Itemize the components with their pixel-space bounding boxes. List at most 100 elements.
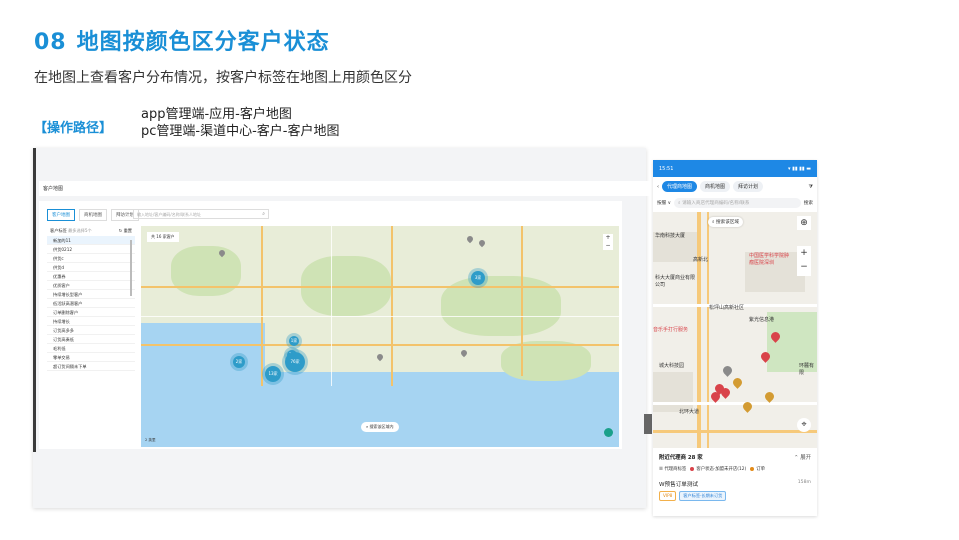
pc-tag-item[interactable]: 毛利低	[47, 344, 135, 353]
pc-tag-item[interactable]: 订单删除客户	[47, 308, 135, 317]
filter-icon[interactable]: ⧩	[809, 184, 813, 190]
pc-tag-item[interactable]: 零单交易	[47, 353, 135, 362]
phone-tabs: ‹ 代理商地图 商机地图 拜访计划 ⧩	[653, 177, 817, 196]
map-cluster[interactable]: 13家	[265, 366, 281, 382]
zoom-in-icon[interactable]: +	[603, 234, 613, 242]
zoom-out-icon[interactable]: −	[603, 242, 613, 250]
search-icon[interactable]: ⌕	[262, 211, 265, 217]
map-road	[707, 212, 709, 448]
pc-tag-list-sub: 最多选择5个	[68, 228, 92, 233]
pc-zoom-control[interactable]: + −	[603, 234, 613, 250]
map-block	[653, 372, 693, 412]
map-label: 华南科技大厦	[655, 233, 686, 239]
map-road	[653, 430, 817, 433]
pc-tag-list-header: 客户标签 最多选择5个 ↻ 重置	[47, 226, 135, 236]
phone-item-tag: VIP8	[659, 491, 677, 501]
pc-reset-button[interactable]: ↻ 重置	[119, 228, 132, 234]
map-cluster[interactable]: 76家	[285, 352, 305, 372]
pc-tag-items: 新加的11 供货0212 供货c 供货d 优惠券 优质客户 持续增长型客户 低活跃高潜客户 订单…	[47, 236, 135, 371]
pc-map[interactable]: 共 16 家客户 + − 3家 1家 2家 7家 76家 13家 ⌕ 搜索该区域…	[141, 226, 619, 447]
map-pin[interactable]	[465, 234, 475, 244]
map-road	[261, 226, 263, 386]
legend-item[interactable]: 订单	[750, 466, 765, 472]
phone-search-button[interactable]: 搜索	[804, 200, 813, 206]
list-item[interactable]: W预售订单测试 158m VIP8 客户标签·长期未订货	[653, 475, 817, 506]
pc-side-tab[interactable]	[644, 414, 652, 434]
map-label: 科大大厦商业有限公司	[655, 275, 696, 288]
phone-legend: ☰ 代理商标签 客户状态·加盟未开店(12) 订单	[653, 463, 817, 475]
pc-header: 客户地图	[39, 181, 664, 196]
pc-panel: 客户地图 商机地图 拜访计划 输入地址/客户编码/名称/联系人地址 ⌕ 客户标签…	[39, 201, 622, 449]
map-road	[141, 316, 619, 317]
phone-tab-agent-map[interactable]: 代理商地图	[662, 181, 698, 192]
pc-tag-item[interactable]: 订货高多多	[47, 326, 135, 335]
map-label: 城大科技园	[659, 363, 685, 369]
map-road	[331, 226, 332, 386]
phone-nearby-header: 附近代理商 28 家 ⌃ 展开	[653, 448, 817, 463]
legend-dot	[750, 466, 755, 471]
legend-item[interactable]: ☰ 代理商标签	[659, 466, 686, 472]
map-cluster[interactable]: 2家	[233, 356, 245, 368]
map-cluster[interactable]: 3家	[471, 271, 485, 285]
phone-item-name: W预售订单测试	[659, 482, 699, 488]
map-cluster[interactable]: 1家	[289, 336, 299, 346]
zoom-out-icon[interactable]: −	[797, 260, 811, 274]
route-line-app: app管理端-应用-客户地图	[141, 107, 292, 122]
pc-tag-item[interactable]: 持续增长	[47, 317, 135, 326]
slide-title-text: 地图按颜色区分客户状态	[76, 30, 330, 55]
phone-search-type[interactable]: 按服 ∨	[657, 200, 671, 206]
pc-tag-item[interactable]: 供货d	[47, 263, 135, 272]
map-road	[521, 226, 523, 376]
pc-tag-item[interactable]: 订货高奏低	[47, 335, 135, 344]
pc-search-region-button[interactable]: ⌕ 搜索该区域内	[361, 422, 399, 432]
map-pin[interactable]	[477, 238, 487, 248]
map-pin-gray[interactable]	[721, 364, 734, 377]
legend-item[interactable]: 客户状态·加盟未开店(12)	[690, 466, 746, 472]
back-icon[interactable]: ‹	[657, 184, 659, 190]
map-label: 中国医学科学院肿瘤医院深圳	[749, 253, 790, 266]
locate-icon[interactable]	[604, 428, 613, 437]
pc-tag-item[interactable]: 超订货间隔未下单	[47, 362, 135, 371]
pc-tab-opportunity-map[interactable]: 商机地图	[79, 209, 107, 221]
map-road	[141, 344, 619, 346]
map-label: 音乐手打行服务	[653, 327, 689, 333]
phone-tab-visit-plan[interactable]: 拜访计划	[733, 181, 764, 192]
pc-tag-item[interactable]: 新加的11	[47, 236, 135, 245]
pc-tag-item[interactable]: 优惠券	[47, 272, 135, 281]
map-label: 松坪山高新社区	[709, 305, 745, 311]
pc-search-input[interactable]: 输入地址/客户编码/名称/联系人地址 ⌕	[133, 209, 269, 219]
phone-tab-opportunity-map[interactable]: 商机地图	[700, 181, 731, 192]
pc-tag-item[interactable]: 优质客户	[47, 281, 135, 290]
pc-tag-item[interactable]: 供货0212	[47, 245, 135, 254]
pc-tabs: 客户地图 商机地图 拜访计划	[47, 209, 139, 221]
locate-icon[interactable]: ⌖	[797, 418, 811, 432]
phone-item-tag: 客户标签·长期未订货	[679, 491, 727, 501]
phone-map[interactable]: ⌕ 搜索该区域 ⊕ + − 华南科技大厦 高新北 中国医学科学院肿瘤医院深圳 科…	[653, 212, 817, 448]
pc-map-scale: 2 英里	[145, 438, 156, 442]
pc-list-scrollbar[interactable]	[130, 240, 132, 296]
map-park	[441, 276, 561, 336]
pc-left-edge	[33, 148, 36, 452]
phone-search-input[interactable]: ⌕ 请输入商店代理商编码/名称/联系	[674, 198, 801, 208]
pc-tag-item[interactable]: 供货c	[47, 254, 135, 263]
map-label: 紫光信息港	[749, 317, 775, 323]
phone-search-bar: 按服 ∨ ⌕ 请输入商店代理商编码/名称/联系 搜索	[653, 196, 817, 212]
pc-tag-item[interactable]: 持续增长型客户	[47, 290, 135, 299]
map-pin[interactable]	[375, 352, 385, 362]
map-pin-orange[interactable]	[731, 376, 744, 389]
pc-customer-count[interactable]: 共 16 家客户	[147, 232, 179, 242]
map-label: 环麓有限	[799, 363, 815, 376]
pc-tab-customer-map[interactable]: 客户地图	[47, 209, 75, 221]
phone-status-bar: 15:51 ▾ ▮▮ ▮▮ ▬	[653, 160, 817, 177]
phone-search-region-pill[interactable]: ⌕ 搜索该区域	[708, 217, 744, 227]
pc-tag-list: 客户标签 最多选择5个 ↻ 重置 新加的11 供货0212 供货c 供货d 优惠券 优质客…	[47, 226, 135, 444]
zoom-in-icon[interactable]: +	[797, 246, 811, 260]
route-lines: app管理端-应用-客户地图 pc管理端-渠道中心-客户-客户地图	[141, 106, 339, 140]
map-road	[653, 402, 817, 405]
map-pin[interactable]	[459, 348, 469, 358]
phone-zoom-control[interactable]: + −	[797, 246, 811, 276]
pc-tag-item[interactable]: 低活跃高潜客户	[47, 299, 135, 308]
map-pin-orange[interactable]	[763, 390, 776, 403]
phone-expand-button[interactable]: ⌃ 展开	[794, 453, 811, 461]
compass-icon[interactable]: ⊕	[797, 216, 811, 230]
